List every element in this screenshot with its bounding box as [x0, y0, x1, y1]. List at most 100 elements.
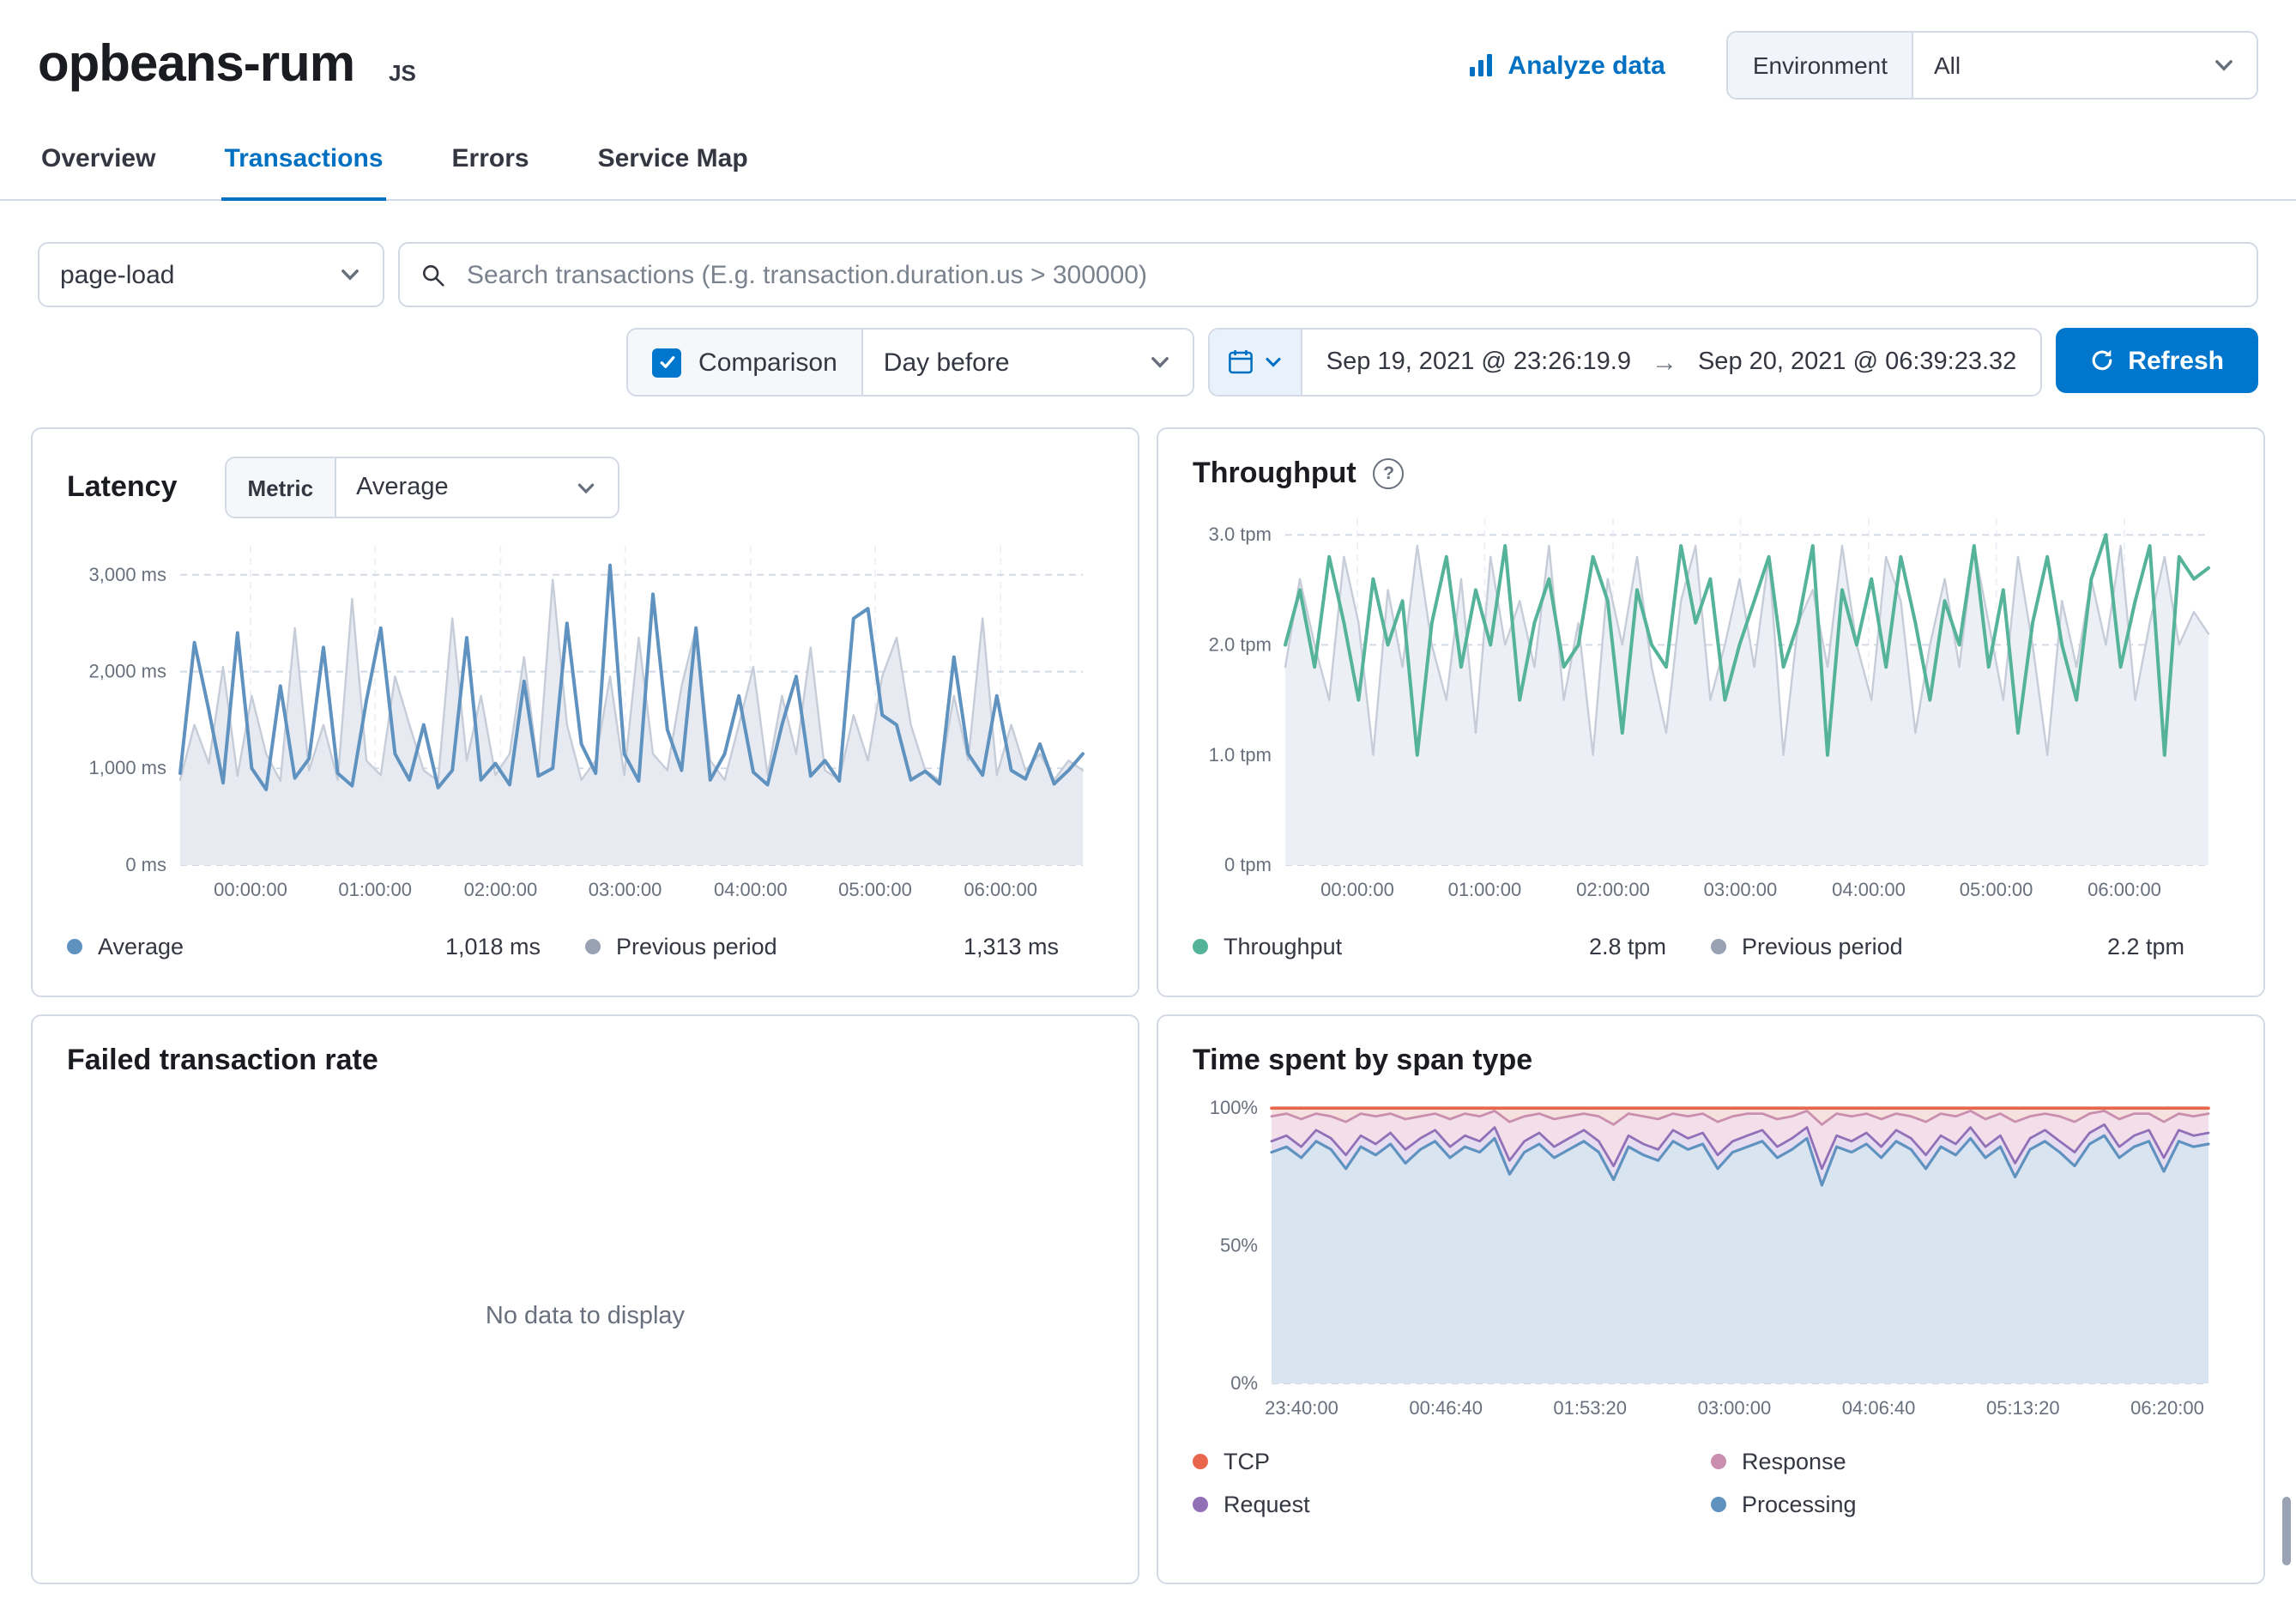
svg-text:50%: 50%	[1220, 1235, 1258, 1256]
scrollbar-thumb[interactable]	[2282, 1497, 2291, 1565]
chevron-down-icon	[1148, 350, 1172, 374]
page-title: opbeans-rum	[38, 36, 354, 94]
legend-label: Request	[1224, 1492, 1310, 1517]
throughput-chart[interactable]: 00:00:0001:00:0002:00:0003:00:0004:00:00…	[1193, 501, 2229, 910]
tab-overview[interactable]: Overview	[38, 124, 159, 199]
date-range-display[interactable]: Sep 19, 2021 @ 23:26:19.9 → Sep 20, 2021…	[1302, 330, 2041, 395]
svg-text:03:00:00: 03:00:00	[1704, 879, 1778, 900]
legend-value: 1,018 ms	[445, 933, 541, 959]
series-dot	[1193, 938, 1208, 953]
throughput-panel-header: Throughput ?	[1193, 457, 2229, 491]
svg-text:03:00:00: 03:00:00	[1698, 1397, 1772, 1419]
failed-rate-title: Failed transaction rate	[67, 1044, 378, 1078]
metric-select[interactable]: Average	[335, 458, 617, 517]
svg-text:00:00:00: 00:00:00	[1320, 879, 1394, 900]
comparison-select[interactable]: Day before	[863, 330, 1193, 395]
series-dot	[1711, 938, 1726, 953]
series-dot	[585, 938, 601, 953]
svg-text:04:00:00: 04:00:00	[714, 879, 788, 900]
series-dot	[1193, 1454, 1208, 1469]
time-controls: Comparison Day before	[38, 328, 2258, 396]
legend-item-tcp[interactable]: TCP	[1193, 1449, 1711, 1474]
legend-item-response[interactable]: Response	[1711, 1449, 2229, 1474]
span-types-panel: Time spent by span type 23:40:0000:46:40…	[1157, 1014, 2265, 1584]
legend-item-request[interactable]: Request	[1193, 1492, 1711, 1517]
span-types-chart[interactable]: 23:40:0000:46:4001:53:2003:00:0004:06:40…	[1193, 1092, 2229, 1428]
latency-panel-header: Latency Metric Average	[67, 457, 1103, 518]
header-actions: Analyze data Environment All	[1466, 31, 2258, 100]
search-box	[398, 242, 2258, 307]
svg-text:01:00:00: 01:00:00	[338, 879, 412, 900]
tab-errors[interactable]: Errors	[449, 124, 533, 199]
legend-label: Previous period	[616, 933, 777, 959]
transaction-type-select[interactable]: page-load	[38, 242, 384, 307]
charts-grid: Latency Metric Average 00:00:00 01:00:00 0…	[31, 427, 2265, 1584]
series-dot	[1711, 1497, 1726, 1512]
metric-label: Metric	[227, 458, 336, 517]
svg-text:0 tpm: 0 tpm	[1224, 854, 1272, 875]
chevron-down-icon	[2212, 53, 2236, 77]
legend-value: 2.2 tpm	[2107, 933, 2184, 959]
svg-text:04:00:00: 04:00:00	[1832, 879, 1906, 900]
svg-text:04:06:40: 04:06:40	[1842, 1397, 1916, 1419]
environment-select[interactable]: All	[1913, 33, 2257, 98]
transaction-type-value: page-load	[60, 260, 174, 289]
refresh-icon	[2090, 348, 2114, 372]
svg-text:00:46:40: 00:46:40	[1409, 1397, 1483, 1419]
analyze-data-icon	[1466, 51, 1494, 79]
date-range-start[interactable]: Sep 19, 2021 @ 23:26:19.9	[1326, 348, 1631, 376]
legend-item-previous-period[interactable]: Previous period 1,313 ms	[585, 933, 1103, 959]
series-dot	[1193, 1497, 1208, 1512]
apm-service-page: opbeans-rum JS Analyze data Environment …	[0, 0, 2296, 1598]
svg-text:06:00:00: 06:00:00	[964, 879, 1037, 900]
legend-item-throughput[interactable]: Throughput 2.8 tpm	[1193, 933, 1711, 959]
svg-text:01:53:20: 01:53:20	[1553, 1397, 1627, 1419]
failed-rate-panel-header: Failed transaction rate	[67, 1044, 1103, 1078]
legend-label: TCP	[1224, 1449, 1270, 1474]
legend-item-previous-period[interactable]: Previous period 2.2 tpm	[1711, 933, 2229, 959]
series-dot	[67, 938, 82, 953]
chevron-down-icon	[338, 263, 362, 287]
date-range-end[interactable]: Sep 20, 2021 @ 06:39:23.32	[1698, 348, 2016, 376]
svg-text:03:00:00: 03:00:00	[589, 879, 662, 900]
comparison-value: Day before	[884, 348, 1010, 377]
calendar-menu-button[interactable]	[1210, 330, 1302, 395]
span-types-legend: TCP Response Request Processing	[1193, 1449, 2229, 1517]
legend-item-average[interactable]: Average 1,018 ms	[67, 933, 585, 959]
svg-text:3.0 tpm: 3.0 tpm	[1209, 524, 1272, 545]
comparison-checkbox[interactable]	[652, 348, 681, 377]
page-header: opbeans-rum JS Analyze data Environment …	[0, 0, 2296, 100]
series-dot	[1711, 1454, 1726, 1469]
chevron-down-icon	[1263, 352, 1284, 372]
latency-legend: Average 1,018 ms Previous period 1,313 m…	[67, 923, 1103, 968]
svg-text:2,000 ms: 2,000 ms	[89, 661, 167, 682]
span-types-panel-header: Time spent by span type	[1193, 1044, 2229, 1078]
latency-chart[interactable]: 00:00:0001:00:0002:00:0003:00:0004:00:00…	[67, 529, 1103, 910]
legend-label: Previous period	[1742, 933, 1903, 959]
svg-text:100%: 100%	[1210, 1097, 1258, 1118]
service-title-group: opbeans-rum JS	[38, 36, 416, 94]
latency-title: Latency	[67, 470, 178, 505]
help-icon[interactable]: ?	[1374, 458, 1405, 489]
environment-control: Environment All	[1727, 31, 2258, 100]
no-data-message: No data to display	[67, 1078, 1103, 1555]
tab-service-map[interactable]: Service Map	[595, 124, 752, 199]
legend-value: 2.8 tpm	[1589, 933, 1666, 959]
date-range-picker: Sep 19, 2021 @ 23:26:19.9 → Sep 20, 2021…	[1208, 328, 2043, 396]
screen: opbeans-rum JS Analyze data Environment …	[0, 0, 2296, 1598]
tab-transactions[interactable]: Transactions	[221, 124, 386, 201]
legend-item-processing[interactable]: Processing	[1711, 1492, 2229, 1517]
comparison-toggle[interactable]: Comparison	[628, 330, 863, 395]
svg-text:05:00:00: 05:00:00	[1960, 879, 2033, 900]
search-transactions-input[interactable]	[463, 258, 2236, 291]
comparison-label: Comparison	[698, 348, 837, 377]
refresh-button[interactable]: Refresh	[2056, 328, 2258, 393]
svg-text:1,000 ms: 1,000 ms	[89, 757, 167, 778]
calendar-icon	[1227, 348, 1254, 376]
metric-value: Average	[356, 474, 449, 501]
analyze-data-link[interactable]: Analyze data	[1466, 51, 1665, 80]
legend-value: 1,313 ms	[964, 933, 1059, 959]
svg-text:05:13:20: 05:13:20	[1986, 1397, 2060, 1419]
svg-text:01:00:00: 01:00:00	[1448, 879, 1522, 900]
chevron-down-icon	[574, 476, 596, 499]
